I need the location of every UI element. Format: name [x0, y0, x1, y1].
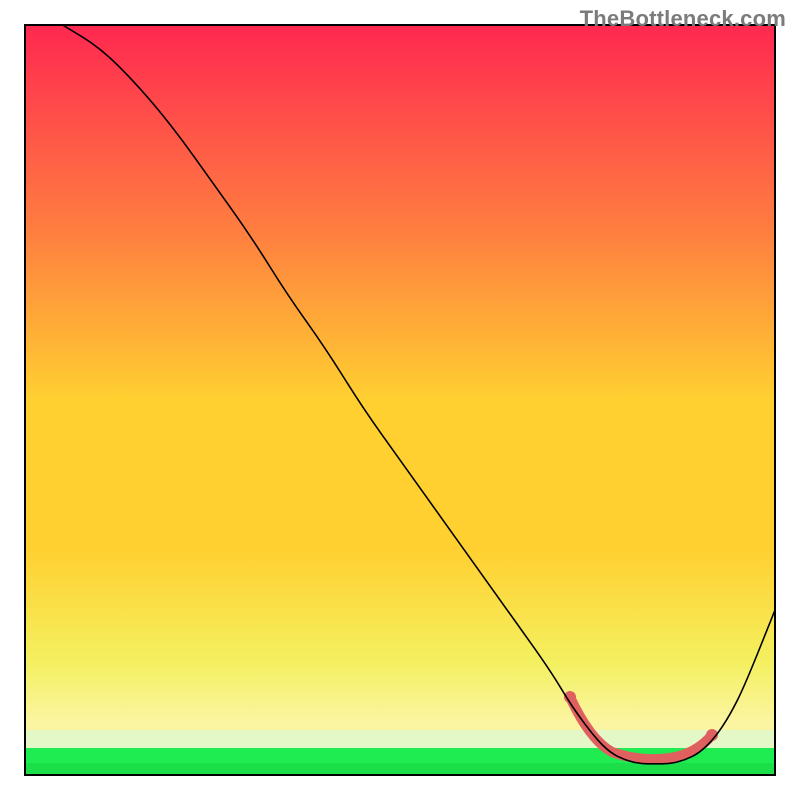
gradient-background — [25, 25, 775, 775]
pale-band — [25, 730, 775, 748]
watermark-text: TheBottleneck.com — [580, 6, 786, 32]
bottleneck-chart — [0, 0, 800, 800]
